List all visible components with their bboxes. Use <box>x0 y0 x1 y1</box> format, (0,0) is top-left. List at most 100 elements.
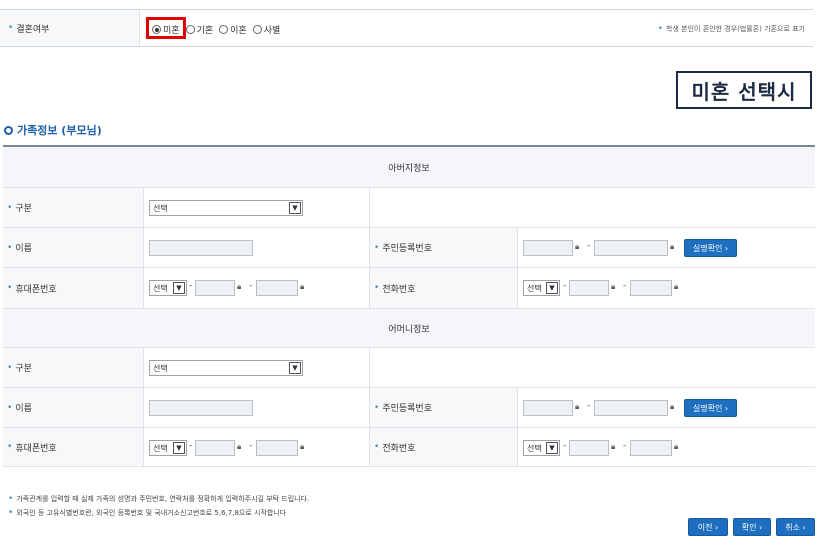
marital-status-label: 결혼여부 <box>16 24 50 35</box>
lock-icon: 🔒︎ <box>237 282 242 291</box>
father-rrn-back-input[interactable] <box>594 240 668 256</box>
section-title-text: 가족정보 (부모님) <box>17 124 102 137</box>
mother-mobile-prefix-value: 선택 <box>153 443 168 453</box>
bullet-icon: • <box>7 202 13 213</box>
radio-married[interactable]: 기혼 <box>185 23 214 36</box>
mother-contact-row: • 휴대폰번호 선택 ▼ - 🔒︎ - 🔒︎ • 전화번호 선택 ▼ - 🔒︎ - 🔒︎ <box>3 428 815 467</box>
bullet-icon: • <box>7 283 13 293</box>
mother-name-label: 이름 <box>15 404 32 414</box>
note-item: • 가족관계를 입력할 때 실제 가족의 성명과 주민번호, 연락처를 정확하게 … <box>8 492 309 506</box>
father-category-head: • 구분 <box>3 188 144 227</box>
father-name-head: • 이름 <box>3 228 144 267</box>
radio-divorced-label: 이혼 <box>230 26 247 36</box>
father-name-input[interactable] <box>149 240 253 256</box>
dash: - <box>587 401 591 411</box>
bullet-icon: • <box>374 402 380 413</box>
bullet-icon: • <box>7 242 13 253</box>
confirm-button[interactable]: 확인 › <box>733 518 771 536</box>
note-text: 외국인 등 고유식별번호란, 외국인 등록번호 및 국내거소신고번호로 5,6,… <box>16 509 287 517</box>
mother-mobile-mid-input[interactable] <box>195 440 235 456</box>
bullet-icon: • <box>7 442 13 452</box>
notes: • 가족관계를 입력할 때 실제 가족의 성명과 주민번호, 연락처를 정확하게 … <box>8 492 309 520</box>
mother-phone-prefix-select[interactable]: 선택 ▼ <box>523 440 560 456</box>
father-phone-head: • 전화번호 <box>369 268 518 308</box>
mother-category-label: 구분 <box>15 364 32 374</box>
lock-icon: 🔒︎ <box>575 402 580 411</box>
chevron-down-icon[interactable]: ▼ <box>289 362 301 374</box>
bullet-icon: • <box>374 242 380 253</box>
chevron-down-icon[interactable]: ▼ <box>546 282 558 294</box>
father-mobile-last-input[interactable] <box>256 280 298 296</box>
radio-unchecked-icon[interactable] <box>219 25 229 34</box>
father-mobile-mid-input[interactable] <box>195 280 235 296</box>
mother-verify-label: 실명확인 <box>692 403 723 413</box>
father-header: 아버지정보 <box>388 163 430 174</box>
father-rrn-front-input[interactable] <box>523 240 573 256</box>
mother-category-value: 선택 <box>153 363 168 373</box>
dash: - <box>189 281 193 291</box>
father-category-label: 구분 <box>15 204 32 214</box>
mother-mobile-label: 휴대폰번호 <box>15 443 57 454</box>
mother-mobile-last-input[interactable] <box>256 440 298 456</box>
mother-phone-head: • 전화번호 <box>369 428 518 466</box>
cancel-button[interactable]: 취소 › <box>776 518 815 536</box>
dash: - <box>563 441 567 451</box>
lock-icon: 🔒︎ <box>674 282 679 291</box>
mother-name-head: • 이름 <box>3 388 144 427</box>
prev-button[interactable]: 이전 › <box>688 518 728 536</box>
chevron-right-icon: › <box>724 243 729 253</box>
mother-category-select[interactable]: 선택 ▼ <box>149 360 303 376</box>
chevron-down-icon[interactable]: ▼ <box>173 442 185 454</box>
mother-verify-button[interactable]: 실명확인 › <box>684 399 737 417</box>
radio-divorced[interactable]: 이혼 <box>219 23 247 36</box>
father-phone-prefix-select[interactable]: 선택 ▼ <box>523 280 560 296</box>
selection-highlight-box <box>146 17 186 39</box>
dash: - <box>587 241 591 251</box>
father-rrn-head: • 주민등록번호 <box>369 228 518 267</box>
chevron-down-icon[interactable]: ▼ <box>173 282 185 294</box>
radio-unchecked-icon[interactable] <box>252 25 262 34</box>
father-verify-button[interactable]: 실명확인 › <box>684 239 737 257</box>
mother-phone-last-input[interactable] <box>630 440 672 456</box>
radio-widowed[interactable]: 사별 <box>252 23 280 36</box>
radio-unchecked-icon[interactable] <box>185 25 195 34</box>
mother-rrn-back-input[interactable] <box>594 400 668 416</box>
father-mobile-head: • 휴대폰번호 <box>3 268 144 308</box>
bullet-icon: • <box>8 23 14 33</box>
radio-married-label: 기혼 <box>196 26 214 36</box>
father-category-row: • 구분 선택 ▼ <box>3 188 815 228</box>
father-category-blank <box>369 188 816 227</box>
chevron-right-icon: › <box>759 522 763 532</box>
family-info-table: 아버지정보 • 구분 선택 ▼ • 이름 • 주민등록번호 🔒︎ - 🔒︎ 실명확인 ›… <box>3 145 815 467</box>
bullet-icon: • <box>657 24 664 34</box>
marital-note-text: 학생 본인이 혼인한 경우(법률혼) 기혼으로 표기 <box>666 25 805 33</box>
dash: - <box>563 281 567 291</box>
cancel-label: 취소 <box>785 522 800 532</box>
father-header-row: 아버지정보 <box>3 147 815 188</box>
father-phone-mid-input[interactable] <box>569 280 609 296</box>
father-phone-label: 전화번호 <box>382 284 416 295</box>
dash: - <box>189 441 193 451</box>
lock-icon: 🔒︎ <box>300 282 305 291</box>
chevron-right-icon: › <box>724 403 729 413</box>
bullet-icon: • <box>374 283 380 293</box>
father-category-select[interactable]: 선택 ▼ <box>149 200 303 216</box>
chevron-down-icon[interactable]: ▼ <box>546 442 558 454</box>
father-mobile-prefix-value: 선택 <box>153 283 168 293</box>
mother-mobile-prefix-select[interactable]: 선택 ▼ <box>149 440 187 456</box>
mother-rrn-front-input[interactable] <box>523 400 573 416</box>
father-phone-last-input[interactable] <box>630 280 672 296</box>
mother-rrn-head: • 주민등록번호 <box>369 388 518 427</box>
confirm-label: 확인 <box>741 522 757 532</box>
father-mobile-prefix-select[interactable]: 선택 ▼ <box>149 280 187 296</box>
father-name-label: 이름 <box>15 244 32 254</box>
father-verify-label: 실명확인 <box>692 243 723 253</box>
lock-icon: 🔒︎ <box>674 442 679 451</box>
lock-icon: 🔒︎ <box>575 242 580 251</box>
mother-mobile-head: • 휴대폰번호 <box>3 428 144 466</box>
chevron-down-icon[interactable]: ▼ <box>289 202 301 214</box>
mother-phone-mid-input[interactable] <box>569 440 609 456</box>
mother-name-input[interactable] <box>149 400 253 416</box>
bullet-icon: • <box>8 508 14 518</box>
note-item: • 외국인 등 고유식별번호란, 외국인 등록번호 및 국내거소신고번호로 5,6… <box>8 506 309 520</box>
